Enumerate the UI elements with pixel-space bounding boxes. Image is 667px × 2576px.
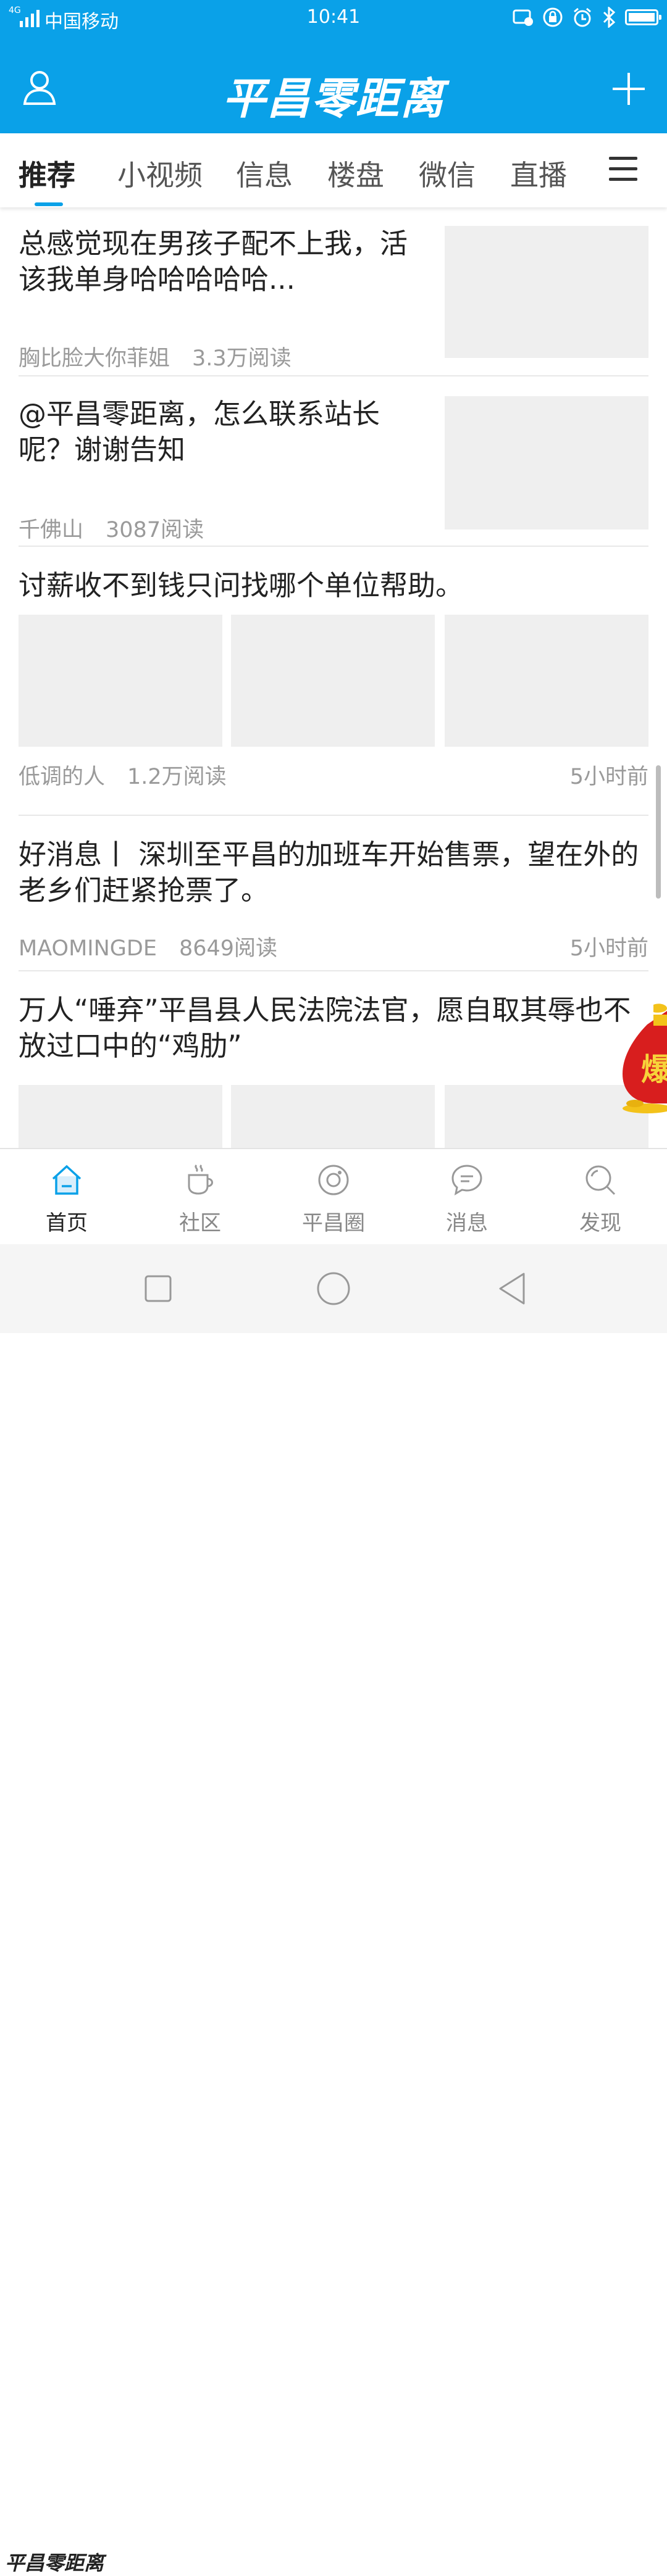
app-logo: 平昌零距离: [222, 73, 445, 124]
search-discover-icon: [585, 1165, 616, 1195]
home-button-icon[interactable]: [315, 1270, 352, 1307]
feed-item[interactable]: 讨薪收不到钱只问找哪个单位帮助。 低调的人 1.2万阅读 5小时前: [19, 568, 648, 790]
divider: [19, 375, 648, 376]
watermark: 平昌零距离: [5, 2551, 104, 2575]
item-meta: MAOMINGDE 8649阅读: [19, 931, 277, 962]
item-thumbnail[interactable]: [445, 226, 648, 358]
battery-icon: [625, 9, 661, 25]
tab-recommend[interactable]: 推荐: [19, 153, 75, 194]
nav-label: 平昌圈: [302, 1211, 365, 1236]
home-icon: [52, 1165, 82, 1195]
app-header: 平昌零距离: [0, 36, 667, 133]
status-bar: 4G 中国移动 10:41: [0, 0, 667, 36]
nav-messages[interactable]: 消息: [400, 1149, 534, 1245]
nav-label: 首页: [46, 1211, 88, 1236]
news-feed: 总感觉现在男孩子配不上我，活该我单身哈哈哈哈哈... 胸比脸大你菲姐 3.3万阅读…: [0, 207, 667, 1148]
item-reads: 3087阅读: [106, 518, 204, 542]
feed-item[interactable]: @平昌零距离，怎么联系站长呢？谢谢告知 千佛山 3087阅读: [19, 396, 648, 542]
nav-discover[interactable]: 发现: [534, 1149, 667, 1245]
item-reads: 1.2万阅读: [127, 765, 227, 789]
divider: [19, 546, 648, 547]
feed-item[interactable]: 好消息丨 深圳至平昌的加班车开始售票，望在外的老乡们赶紧抢票了。 MAOMING…: [19, 837, 648, 966]
item-reads: 8649阅读: [178, 936, 278, 961]
circle-camera-icon: [318, 1165, 349, 1195]
promo-label: 爆: [641, 1052, 667, 1087]
recent-apps-icon[interactable]: [140, 1270, 177, 1307]
feed-item[interactable]: 万人“唾弃”平昌县人民法院法官，愿自取其辱也不放过口中的“鸡肋”: [19, 992, 648, 1148]
item-title: 好消息丨 深圳至平昌的加班车开始售票，望在外的老乡们赶紧抢票了。: [19, 838, 639, 907]
nav-label: 社区: [179, 1211, 221, 1236]
item-image-1[interactable]: [19, 1085, 222, 1148]
add-post-icon[interactable]: [611, 72, 646, 106]
nav-pingchang-circle[interactable]: 平昌圈: [267, 1149, 400, 1245]
tab-property[interactable]: 楼盘: [327, 153, 384, 194]
item-meta: 低调的人 1.2万阅读: [19, 759, 227, 791]
tab-menu-icon[interactable]: [609, 157, 637, 181]
bottom-navigation: 首页 社区 平昌圈 消息 发现: [0, 1148, 667, 1245]
back-icon[interactable]: [494, 1270, 531, 1307]
message-bubble-icon: [451, 1165, 482, 1196]
bluetooth-icon: [603, 7, 616, 28]
item-thumbnail[interactable]: [445, 396, 648, 530]
item-time: 5小时前: [569, 765, 648, 789]
active-tab-indicator: [35, 202, 63, 206]
system-navigation-bar: 平昌零距离: [0, 1244, 667, 2575]
item-title: 讨薪收不到钱只问找哪个单位帮助。: [19, 569, 464, 602]
status-icons: [513, 6, 661, 28]
nav-home[interactable]: 首页: [0, 1149, 133, 1245]
tab-info[interactable]: 信息: [236, 153, 293, 194]
feed-scrollbar[interactable]: [656, 765, 661, 899]
tab-wechat[interactable]: 微信: [419, 153, 476, 194]
divider: [19, 815, 648, 816]
item-title: @平昌零距离，怎么联系站长呢？谢谢告知: [19, 397, 380, 466]
item-meta: 千佛山 3087阅读: [19, 512, 204, 544]
promo-moneybag-icon[interactable]: 爆: [616, 1000, 667, 1115]
item-image-2[interactable]: [231, 1085, 435, 1148]
item-title: 万人“唾弃”平昌县人民法院法官，愿自取其辱也不放过口中的“鸡肋”: [19, 994, 631, 1062]
tab-short-video[interactable]: 小视频: [117, 153, 203, 194]
item-reads: 3.3万阅读: [192, 346, 292, 371]
item-image-1[interactable]: [19, 615, 222, 747]
nav-community[interactable]: 社区: [133, 1149, 267, 1245]
item-author: 低调的人: [19, 765, 106, 789]
item-time: 5小时前: [569, 936, 648, 961]
lock-rotation-icon: [543, 7, 563, 27]
item-image-2[interactable]: [231, 615, 435, 747]
item-author: 千佛山: [19, 518, 84, 542]
item-author: MAOMINGDE: [19, 936, 157, 961]
item-meta: 胸比脸大你菲姐 3.3万阅读: [19, 341, 292, 372]
image-notification-icon: [513, 9, 533, 26]
item-title: 总感觉现在男孩子配不上我，活该我单身哈哈哈哈哈...: [19, 227, 408, 296]
nav-label: 发现: [579, 1211, 621, 1236]
nav-label: 消息: [446, 1211, 488, 1236]
divider: [19, 970, 648, 971]
category-tabs: 推荐 小视频 信息 楼盘 微信 直播: [0, 133, 667, 207]
feed-item[interactable]: 总感觉现在男孩子配不上我，活该我单身哈哈哈哈哈... 胸比脸大你菲姐 3.3万阅读: [19, 226, 648, 371]
item-author: 胸比脸大你菲姐: [19, 346, 170, 371]
coffee-cup-icon: [188, 1164, 213, 1195]
alarm-icon: [574, 7, 591, 27]
item-image-3[interactable]: [445, 615, 648, 747]
tab-live[interactable]: 直播: [510, 153, 567, 194]
